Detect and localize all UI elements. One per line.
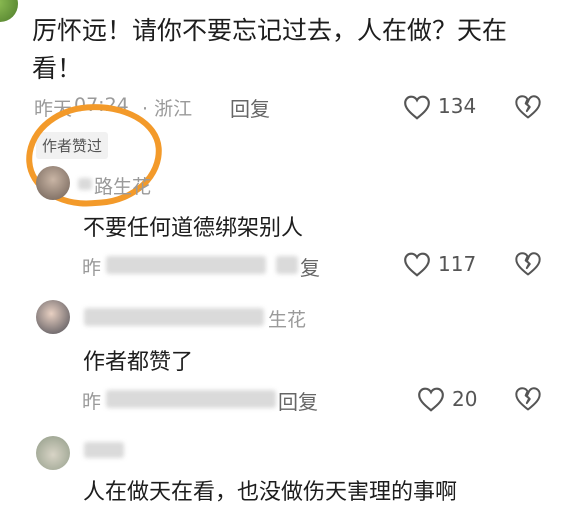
- like-count: 20: [452, 387, 478, 411]
- dislike-button[interactable]: [514, 250, 542, 282]
- broken-heart-icon: [515, 387, 541, 411]
- comment-text: 厉怀远！请你不要忘记过去，人在做？天在看！: [32, 16, 508, 83]
- reply-username[interactable]: 路生花: [94, 172, 151, 199]
- comment-location: · 浙江: [142, 98, 193, 120]
- commenter-avatar[interactable]: [0, 0, 18, 22]
- like-count: 117: [438, 252, 477, 276]
- blurred-username: [84, 442, 124, 458]
- reply-time-prefix: 昨: [82, 257, 102, 279]
- broken-heart-icon: [515, 252, 541, 276]
- like-count: 134: [438, 94, 477, 118]
- like-button[interactable]: [402, 94, 432, 124]
- heart-outline-icon: [418, 387, 444, 412]
- reply-text: 作者都赞了: [83, 350, 194, 375]
- reply-button[interactable]: 回复: [278, 386, 318, 415]
- blurred-meta: [276, 256, 298, 274]
- like-button[interactable]: [416, 386, 446, 416]
- reply-avatar[interactable]: [36, 300, 70, 334]
- like-button[interactable]: [402, 251, 432, 281]
- blurred-username: [78, 178, 92, 190]
- blurred-meta: [106, 390, 276, 408]
- reply-text: 不要任何道德绑架别人: [83, 216, 304, 241]
- dislike-button[interactable]: [514, 93, 542, 125]
- blurred-meta: [106, 256, 266, 274]
- reply-button[interactable]: 回复: [230, 93, 270, 122]
- reply-time-prefix: 昨: [82, 391, 102, 413]
- reply-avatar[interactable]: [36, 436, 70, 470]
- reply-username[interactable]: 生花: [268, 305, 306, 332]
- broken-heart-icon: [515, 95, 541, 119]
- reply-button[interactable]: 复: [300, 252, 320, 281]
- heart-outline-icon: [404, 252, 430, 277]
- reply-avatar[interactable]: [36, 166, 70, 200]
- dislike-button[interactable]: [514, 385, 542, 417]
- reply-text: 人在做天在看，也没做伤天害理的事啊: [83, 480, 458, 505]
- heart-outline-icon: [404, 95, 430, 120]
- blurred-username: [84, 308, 264, 326]
